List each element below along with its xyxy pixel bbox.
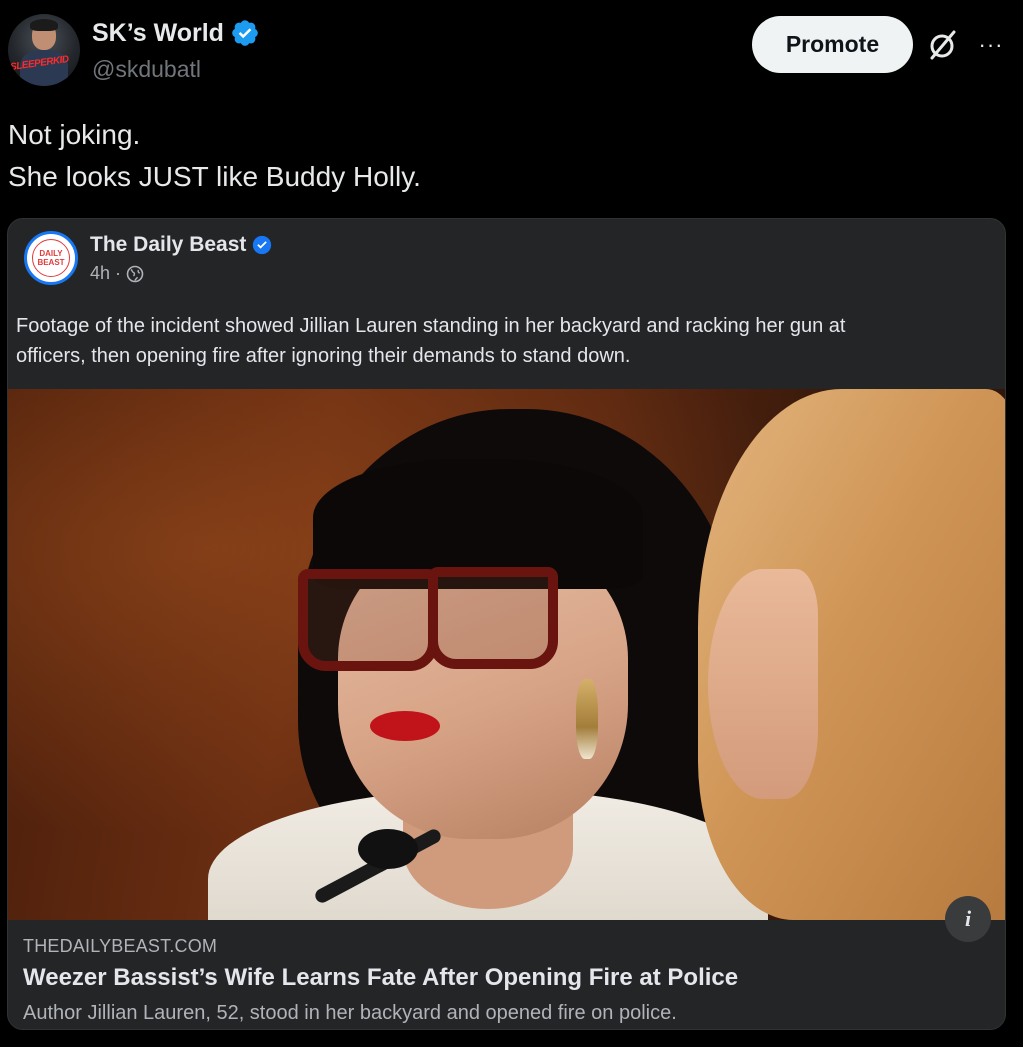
photo-microphone-head [358,829,418,869]
link-description: Author Jillian Lauren, 52, stood in her … [23,1002,677,1024]
author-avatar[interactable]: SLEEPERKID [8,14,80,86]
photo-glasses-right [428,567,558,669]
verified-badge-icon [253,235,272,255]
photo-glasses-left [298,569,438,671]
page-name-row[interactable]: The Daily Beast [90,233,272,257]
daily-beast-logo[interactable]: DAILY BEAST [24,231,78,285]
photo-lips [370,711,440,741]
author-name[interactable]: SK’s World [92,19,224,48]
info-icon[interactable]: i [945,896,991,942]
grok-icon[interactable] [926,28,960,62]
photo-second-person-face [708,569,818,799]
photo-earring [576,679,598,759]
promote-button[interactable]: Promote [752,16,913,73]
tweet-text-line: Not joking. [8,119,141,150]
logo-text-line: DAILY [39,249,63,258]
globe-icon [126,265,144,282]
post-text: Footage of the incident showed Jillian L… [16,311,996,371]
author-handle[interactable]: @skdubatl [92,56,201,83]
link-domain: THEDAILYBEAST.COM [23,936,218,956]
tweet-text-line: She looks JUST like Buddy Holly. [8,161,421,192]
page-name[interactable]: The Daily Beast [90,233,246,257]
meta-separator: · [115,263,122,283]
avatar-hair [30,19,58,31]
post-text-line: officers, then opening fire after ignori… [16,345,631,367]
post-time[interactable]: 4h [90,263,110,284]
article-photo[interactable] [8,389,1005,920]
post-meta: 4h · [90,263,144,284]
daily-beast-logo-mark: DAILY BEAST [32,239,70,277]
verified-badge-icon [232,20,258,46]
embedded-post-card[interactable]: DAILY BEAST The Daily Beast 4h · Footage… [7,218,1006,1030]
tweet-text: Not joking. She looks JUST like Buddy Ho… [8,114,998,198]
logo-text-line: BEAST [37,258,65,267]
post-text-line: Footage of the incident showed Jillian L… [16,315,846,337]
author-name-row[interactable]: SK’s World [92,18,260,48]
more-icon[interactable]: ··· [976,30,1006,60]
link-title[interactable]: Weezer Bassist’s Wife Learns Fate After … [23,964,738,992]
